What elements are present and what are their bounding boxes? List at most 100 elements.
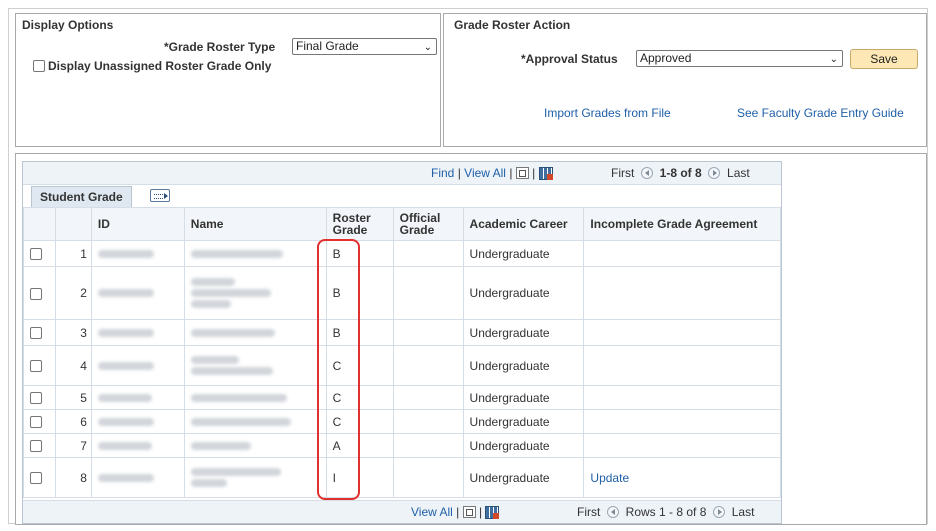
row-checkbox[interactable] [30, 287, 42, 300]
last-label: Last [727, 166, 750, 180]
display-options-title: Display Options [22, 18, 114, 32]
student-name-redacted [183, 319, 327, 346]
first-label: First [577, 505, 601, 519]
save-button[interactable]: Save [850, 49, 918, 69]
approval-status-value: Approved [640, 51, 692, 65]
download-icon[interactable] [538, 167, 553, 180]
previous-icon[interactable] [641, 167, 653, 179]
table-row: 4 C Undergraduate [23, 345, 781, 386]
student-id-redacted [90, 319, 185, 346]
incomplete-agreement-cell [583, 266, 781, 320]
student-id-redacted [90, 385, 185, 410]
row-checkbox[interactable] [30, 392, 42, 405]
table-row: 1 B Undergraduate [23, 240, 781, 267]
academic-career-cell: Undergraduate [462, 385, 585, 410]
top-nav-links: Find | View All | | [431, 166, 553, 180]
nav-separator: | [457, 166, 461, 180]
roster-grade-column-header: Roster Grade [325, 207, 394, 241]
official-grade-cell [392, 266, 464, 320]
grade-roster-type-value: Final Grade [296, 39, 359, 53]
bottom-pagination: First Rows 1 - 8 of 8 Last [577, 505, 754, 519]
academic-career-cell: Undergraduate [462, 433, 585, 458]
academic-career-cell: Undergraduate [462, 266, 585, 320]
roster-grade-cell[interactable]: C [325, 409, 394, 434]
incomplete-agreement-cell [583, 319, 781, 346]
academic-career-cell: Undergraduate [462, 345, 585, 386]
official-grade-cell [392, 345, 464, 386]
next-icon[interactable] [713, 506, 726, 518]
roster-grade-cell[interactable]: B [325, 240, 394, 267]
row-checkbox[interactable] [30, 327, 42, 340]
roster-grade-cell[interactable]: B [325, 266, 394, 320]
incomplete-agreement-cell [583, 240, 781, 267]
display-options-group: Display Options *Grade Roster Type Final… [15, 13, 441, 147]
row-range: 1-8 of 8 [659, 166, 702, 180]
roster-grade-cell[interactable]: C [325, 345, 394, 386]
row-number: 3 [54, 319, 92, 346]
grid-bottom-nav: View All | | First Rows 1 - 8 of 8 Last [23, 500, 781, 523]
student-name-redacted [183, 266, 327, 320]
incomplete-agreement-cell [583, 433, 781, 458]
incomplete-agreement-cell [583, 385, 781, 410]
academic-career-cell: Undergraduate [462, 409, 585, 434]
nav-separator: | [478, 505, 483, 519]
row-number: 7 [54, 433, 92, 458]
faculty-guide-link[interactable]: See Faculty Grade Entry Guide [737, 106, 904, 120]
import-grades-link[interactable]: Import Grades from File [544, 106, 671, 120]
table-row: 2 B Undergraduate [23, 266, 781, 320]
first-label: First [611, 166, 635, 180]
next-icon[interactable] [708, 167, 721, 179]
grade-roster-action-group: Grade Roster Action *Approval Status App… [443, 13, 927, 147]
view-all-link[interactable]: View All [411, 505, 453, 519]
roster-grade-cell[interactable]: A [325, 433, 394, 458]
incomplete-agreement-update-link[interactable]: Update [583, 457, 781, 498]
zoom-icon[interactable] [515, 167, 529, 179]
unassigned-only-checkbox[interactable] [33, 60, 45, 72]
row-checkbox[interactable] [30, 440, 42, 453]
incomplete-agreement-cell [583, 409, 781, 434]
previous-icon[interactable] [607, 506, 619, 518]
nav-separator: | [456, 505, 460, 519]
view-all-link[interactable]: View All [464, 166, 506, 180]
table-header-row: ID Name Roster Grade Official Grade Acad… [23, 207, 781, 241]
incomplete-agreement-column-header: Incomplete Grade Agreement [583, 207, 781, 241]
approval-status-select[interactable]: Approved ⌄ [636, 50, 843, 67]
incomplete-agreement-cell [583, 345, 781, 386]
student-grade-table: ID Name Roster Grade Official Grade Acad… [23, 207, 781, 498]
name-column-header: Name [183, 207, 327, 241]
find-link[interactable]: Find [431, 166, 454, 180]
row-checkbox[interactable] [30, 360, 42, 373]
download-icon[interactable] [485, 506, 500, 519]
select-column-header [23, 207, 56, 241]
zoom-icon[interactable] [462, 506, 476, 518]
row-checkbox[interactable] [30, 248, 42, 261]
student-name-redacted [183, 409, 327, 434]
student-id-redacted [90, 433, 185, 458]
official-grade-cell [392, 457, 464, 498]
student-name-redacted [183, 240, 327, 267]
table-row: 7 A Undergraduate [23, 433, 781, 458]
academic-career-cell: Undergraduate [462, 240, 585, 267]
official-grade-cell [392, 409, 464, 434]
academic-career-cell: Undergraduate [462, 457, 585, 498]
row-checkbox[interactable] [30, 472, 42, 485]
student-id-redacted [90, 240, 185, 267]
table-row: 6 C Undergraduate [23, 409, 781, 434]
student-id-redacted [90, 409, 185, 434]
row-range: Rows 1 - 8 of 8 [625, 505, 707, 519]
official-grade-column-header: Official Grade [392, 207, 464, 241]
table-row: 8 I Undergraduate Update [23, 457, 781, 498]
tab-student-grade[interactable]: Student Grade [31, 186, 132, 207]
official-grade-cell [392, 385, 464, 410]
row-checkbox[interactable] [30, 416, 42, 429]
grade-roster-type-select[interactable]: Final Grade ⌄ [292, 38, 437, 55]
academic-career-column-header: Academic Career [462, 207, 585, 241]
student-name-redacted [183, 345, 327, 386]
approval-status-label: *Approval Status [521, 52, 618, 66]
roster-grade-cell[interactable]: C [325, 385, 394, 410]
show-all-columns-icon[interactable] [150, 189, 170, 202]
row-number: 5 [54, 385, 92, 410]
roster-grade-cell[interactable]: B [325, 319, 394, 346]
official-grade-cell [392, 433, 464, 458]
roster-grade-cell[interactable]: I [325, 457, 394, 498]
